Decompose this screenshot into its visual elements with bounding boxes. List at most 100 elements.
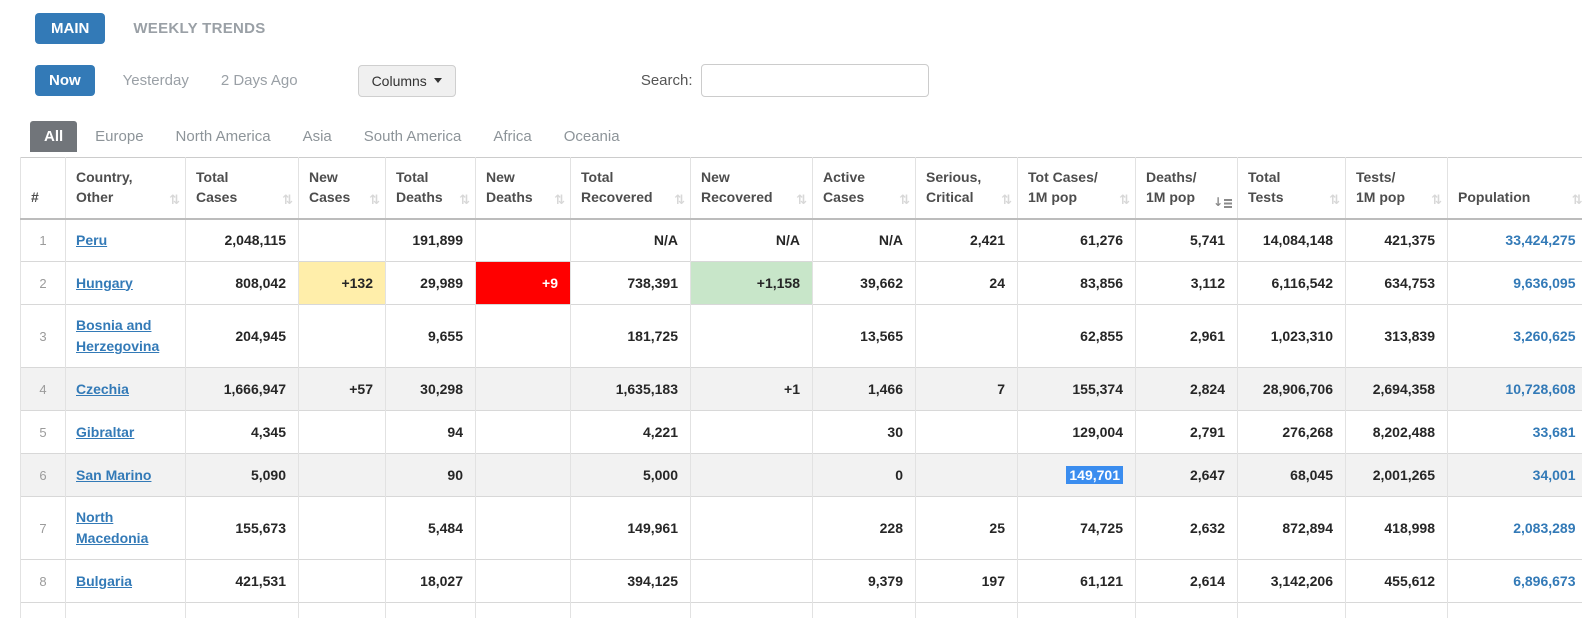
column-header-tests_1m[interactable]: Tests/1M pop⇅ — [1346, 158, 1448, 219]
country-link[interactable]: San Marino — [76, 467, 151, 483]
region-tabs: AllEuropeNorth AmericaAsiaSouth AmericaA… — [30, 121, 638, 152]
column-header-deaths_1m[interactable]: Deaths/1M pop↓ — [1136, 158, 1238, 219]
cell-new_recovered — [691, 497, 813, 560]
cell-tests_1m: 418,998 — [1346, 497, 1448, 560]
country-link[interactable]: Peru — [76, 232, 107, 248]
row-number: 8 — [21, 560, 66, 603]
sort-both-icon: ⇅ — [369, 193, 380, 208]
tab-main[interactable]: MAIN — [35, 13, 105, 44]
column-header-total_deaths[interactable]: TotalDeaths⇅ — [386, 158, 476, 219]
cell-serious_critical: 2,421 — [916, 219, 1018, 262]
cell-tot_cases_1m: 129,004 — [1018, 411, 1136, 454]
cell-total_deaths: 29,989 — [386, 262, 476, 305]
columns-dropdown-button[interactable]: Columns — [358, 65, 456, 97]
sort-both-icon: ⇅ — [1329, 193, 1340, 208]
region-tab-oceania[interactable]: Oceania — [550, 121, 634, 152]
column-label: Serious,Critical — [926, 167, 1009, 208]
column-header-total_cases[interactable]: TotalCases⇅ — [186, 158, 299, 219]
sort-both-icon: ⇅ — [1001, 193, 1012, 208]
page: MAIN WEEKLY TRENDS Now Yesterday 2 Days … — [0, 0, 1582, 618]
search-input[interactable] — [701, 64, 929, 97]
cell-tot_cases_1m: 149,701 — [1018, 454, 1136, 497]
country-link[interactable]: Gibraltar — [76, 424, 134, 440]
now-button[interactable]: Now — [35, 65, 95, 96]
row-number: 1 — [21, 219, 66, 262]
search-label: Search: — [641, 72, 693, 89]
cell-new_recovered — [691, 560, 813, 603]
column-header-new_recovered[interactable]: NewRecovered⇅ — [691, 158, 813, 219]
table-row: 7North Macedonia155,6735,484149,96122825… — [21, 497, 1582, 560]
column-label: TotalTests — [1248, 167, 1337, 208]
cell-new_deaths — [476, 368, 571, 411]
country-link[interactable]: Czechia — [76, 381, 129, 397]
cell-tests_1m: 455,612 — [1346, 560, 1448, 603]
country-cell: Gibraltar — [66, 411, 186, 454]
cell-population: 34,001 — [1448, 454, 1582, 497]
region-tab-asia[interactable]: Asia — [289, 121, 346, 152]
empty-cell — [386, 603, 476, 618]
cell-total_tests: 68,045 — [1238, 454, 1346, 497]
cell-new_cases — [299, 411, 386, 454]
cell-active_cases: N/A — [813, 219, 916, 262]
country-link[interactable]: Bosnia and Herzegovina — [76, 317, 159, 354]
empty-cell — [1346, 603, 1448, 618]
column-header-total_tests[interactable]: TotalTests⇅ — [1238, 158, 1346, 219]
country-cell: Bulgaria — [66, 560, 186, 603]
cell-active_cases: 30 — [813, 411, 916, 454]
cell-total_tests: 3,142,206 — [1238, 560, 1346, 603]
column-header-new_cases[interactable]: NewCases⇅ — [299, 158, 386, 219]
cell-new_deaths: +9 — [476, 262, 571, 305]
caret-down-icon — [434, 78, 442, 83]
row-number: 4 — [21, 368, 66, 411]
column-header-new_deaths[interactable]: NewDeaths⇅ — [476, 158, 571, 219]
cell-new_recovered — [691, 454, 813, 497]
country-link[interactable]: Bulgaria — [76, 573, 132, 589]
cell-active_cases: 0 — [813, 454, 916, 497]
column-label: NewCases — [309, 167, 377, 208]
region-tab-europe[interactable]: Europe — [81, 121, 157, 152]
cell-total_recovered: 5,000 — [571, 454, 691, 497]
cell-total_tests: 6,116,542 — [1238, 262, 1346, 305]
cell-total_tests: 276,268 — [1238, 411, 1346, 454]
cell-new_recovered: +1,158 — [691, 262, 813, 305]
cell-new_deaths — [476, 560, 571, 603]
empty-cell — [21, 603, 66, 618]
cell-total_tests: 1,023,310 — [1238, 305, 1346, 368]
column-header-total_recovered[interactable]: TotalRecovered⇅ — [571, 158, 691, 219]
tab-weekly-trends[interactable]: WEEKLY TRENDS — [133, 20, 265, 37]
cell-active_cases: 228 — [813, 497, 916, 560]
region-tab-north-america[interactable]: North America — [162, 121, 285, 152]
empty-cell — [476, 603, 571, 618]
two-days-ago-button[interactable]: 2 Days Ago — [221, 72, 298, 89]
cell-tests_1m: 313,839 — [1346, 305, 1448, 368]
column-label: TotalCases — [196, 167, 290, 208]
cell-tot_cases_1m: 74,725 — [1018, 497, 1136, 560]
column-header-serious_critical[interactable]: Serious,Critical⇅ — [916, 158, 1018, 219]
table-row: 6San Marino5,090905,0000149,7012,64768,0… — [21, 454, 1582, 497]
country-cell: Peru — [66, 219, 186, 262]
cell-total_recovered: 4,221 — [571, 411, 691, 454]
yesterday-button[interactable]: Yesterday — [123, 72, 189, 89]
region-tab-all[interactable]: All — [30, 121, 77, 152]
region-tab-south-america[interactable]: South America — [350, 121, 476, 152]
cell-total_deaths: 9,655 — [386, 305, 476, 368]
cell-serious_critical: 24 — [916, 262, 1018, 305]
column-header-tot_cases_1m[interactable]: Tot Cases/1M pop⇅ — [1018, 158, 1136, 219]
cell-active_cases: 1,466 — [813, 368, 916, 411]
country-link[interactable]: Hungary — [76, 275, 133, 291]
cell-deaths_1m: 2,647 — [1136, 454, 1238, 497]
column-label: Tests/1M pop — [1356, 167, 1439, 208]
cell-total_recovered: N/A — [571, 219, 691, 262]
column-header-active_cases[interactable]: ActiveCases⇅ — [813, 158, 916, 219]
cell-total_recovered: 738,391 — [571, 262, 691, 305]
country-link[interactable]: North Macedonia — [76, 509, 148, 546]
cell-serious_critical: 197 — [916, 560, 1018, 603]
column-header-country[interactable]: Country,Other⇅ — [66, 158, 186, 219]
table-head: #Country,Other⇅TotalCases⇅NewCases⇅Total… — [21, 158, 1582, 219]
region-tab-africa[interactable]: Africa — [479, 121, 545, 152]
cell-new_recovered — [691, 305, 813, 368]
sort-both-icon: ⇅ — [169, 193, 180, 208]
cell-total_tests: 28,906,706 — [1238, 368, 1346, 411]
cell-population: 9,636,095 — [1448, 262, 1582, 305]
column-header-population[interactable]: Population⇅ — [1448, 158, 1582, 219]
